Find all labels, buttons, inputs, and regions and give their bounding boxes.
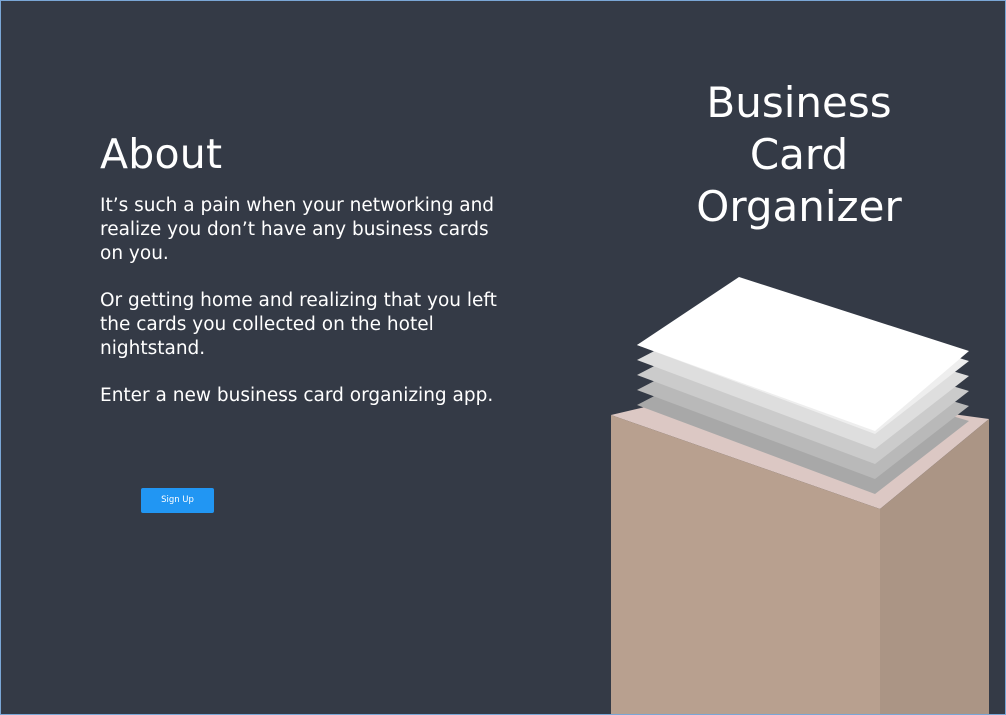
landing-page: About It’s such a pain when your network…	[0, 0, 1006, 715]
card-box-illustration	[611, 277, 989, 714]
